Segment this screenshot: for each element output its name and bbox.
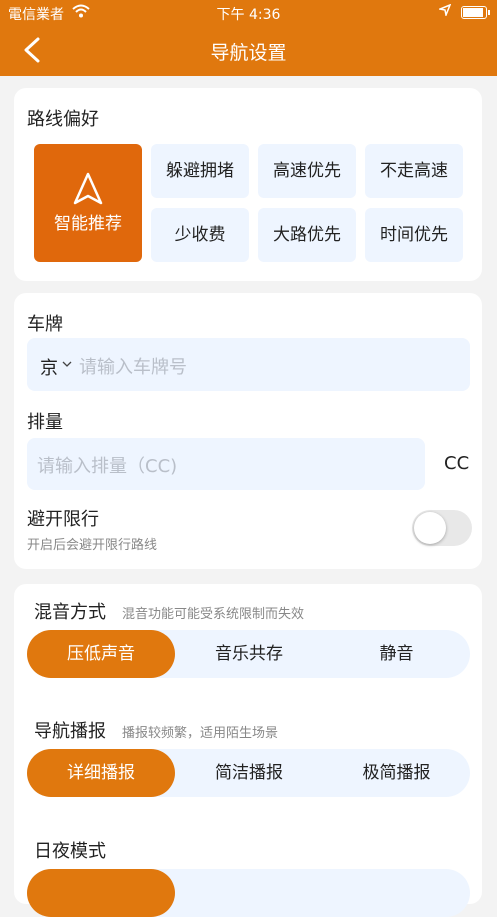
day-night-option-active[interactable] [27, 869, 175, 917]
broadcast-option-concise[interactable]: 简洁播报 [175, 749, 323, 797]
broadcast-option-detailed[interactable]: 详细播报 [27, 749, 175, 797]
app-header: 電信業者 下午 4:36 导航设置 [0, 0, 497, 76]
province-select[interactable]: 京 [40, 354, 58, 380]
mix-option-coexist[interactable]: 音乐共存 [175, 630, 323, 678]
chevron-down-icon[interactable] [62, 361, 72, 367]
mix-mode-note: 混音功能可能受系统限制而失效 [122, 607, 305, 622]
mix-option-lower-volume[interactable]: 压低声音 [27, 630, 175, 678]
route-option-no-highway[interactable]: 不走高速 [365, 144, 463, 198]
toggle-knob [414, 512, 446, 544]
route-preference-title: 路线偏好 [27, 109, 99, 130]
vehicle-card: 车牌 京 请输入车牌号 排量 请输入排量（CC) CC 避开限行 开启后会避开限… [14, 293, 482, 569]
page-title: 导航设置 [210, 42, 287, 64]
restriction-note: 开启后会避开限行路线 [27, 538, 158, 553]
day-night-title: 日夜模式 [34, 841, 106, 862]
mix-option-mute[interactable]: 静音 [323, 630, 470, 678]
route-option-main-road[interactable]: 大路优先 [258, 208, 356, 262]
plate-input[interactable]: 请输入车牌号 [79, 353, 187, 379]
broadcast-note: 播报较频繁，适用陌生场景 [122, 726, 279, 741]
mix-mode-segmented: 压低声音 音乐共存 静音 [27, 630, 470, 678]
displacement-unit: CC [444, 453, 470, 474]
battery-icon [461, 6, 490, 19]
location-arrow-icon [439, 4, 451, 16]
route-option-less-toll[interactable]: 少收费 [151, 208, 249, 262]
route-preference-card: 路线偏好 智能推荐 躲避拥堵 高速优先 不走高速 少收费 大路优先 时间优先 [14, 88, 482, 281]
status-time: 下午 4:36 [216, 7, 281, 23]
navigation-arrow-icon [73, 172, 103, 205]
plate-input-row: 京 请输入车牌号 [27, 338, 470, 391]
avoid-restriction-toggle[interactable] [412, 510, 472, 546]
displacement-input[interactable]: 请输入排量（CC) [37, 452, 177, 478]
smart-recommend-button[interactable]: 智能推荐 [34, 144, 142, 262]
route-option-avoid-congestion[interactable]: 躲避拥堵 [151, 144, 249, 198]
broadcast-segmented: 详细播报 简洁播报 极简播报 [27, 749, 470, 797]
displacement-title: 排量 [27, 412, 63, 433]
smart-recommend-label: 智能推荐 [54, 214, 122, 234]
audio-settings-card: 混音方式 混音功能可能受系统限制而失效 压低声音 音乐共存 静音 导航播报 播报… [14, 584, 482, 917]
broadcast-title: 导航播报 [34, 721, 106, 742]
route-option-highway-first[interactable]: 高速优先 [258, 144, 356, 198]
restriction-title: 避开限行 [27, 509, 99, 530]
day-night-segmented [27, 869, 470, 917]
broadcast-option-minimal[interactable]: 极简播报 [323, 749, 470, 797]
status-bar: 電信業者 下午 4:36 [0, 0, 497, 24]
mix-mode-title: 混音方式 [34, 602, 106, 623]
plate-title: 车牌 [27, 314, 63, 335]
route-option-time-first[interactable]: 时间优先 [365, 208, 463, 262]
displacement-input-row: 请输入排量（CC) [27, 438, 425, 490]
